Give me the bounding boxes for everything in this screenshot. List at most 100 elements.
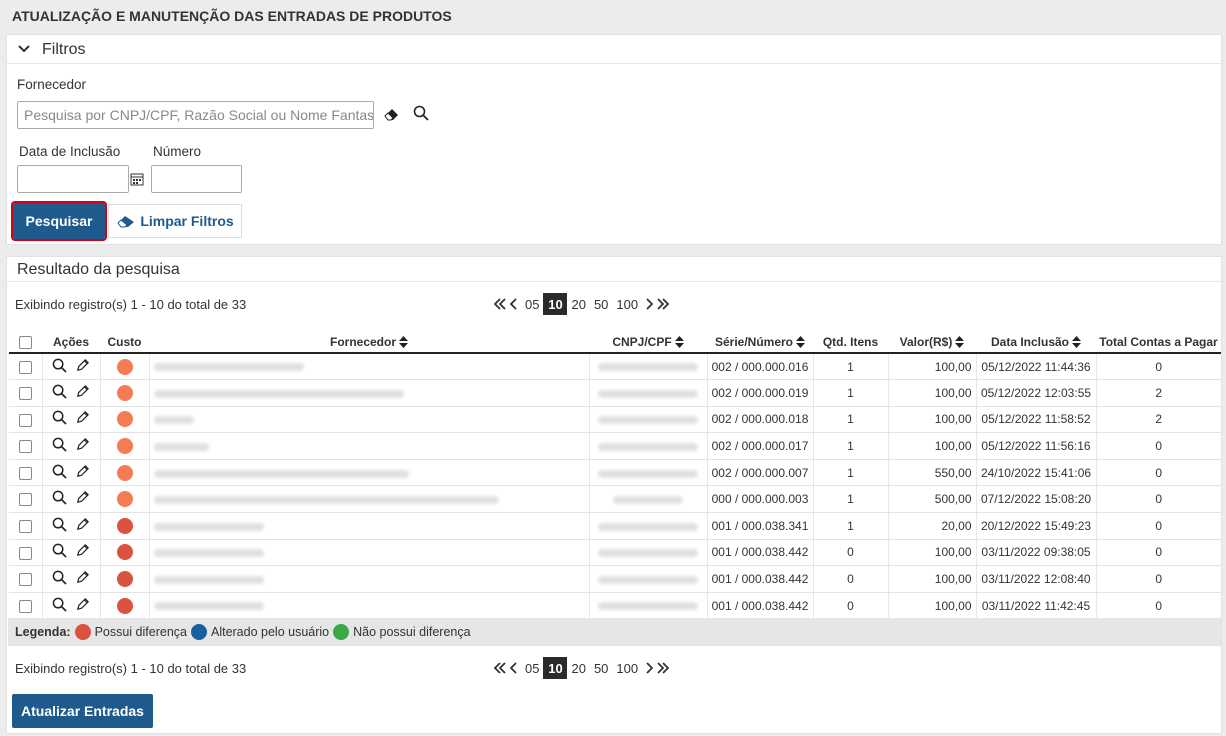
table-row[interactable]: 001 / 000.038.442 0 100,00 03/11/2022 11:42…: [9, 592, 1221, 620]
next-page-icon[interactable]: [642, 657, 656, 679]
row-checkbox[interactable]: [18, 573, 32, 587]
row-checkbox[interactable]: [18, 440, 32, 454]
row-serie: 001 / 000.038.442: [707, 565, 814, 593]
search-button[interactable]: Pesquisar: [11, 201, 107, 241]
row-select-cell: [9, 512, 43, 540]
update-entries-button[interactable]: Atualizar Entradas: [12, 694, 153, 728]
row-checkbox[interactable]: [18, 520, 32, 534]
col-value-header[interactable]: Valor(R$): [888, 331, 976, 354]
prev-page-icon[interactable]: [507, 657, 521, 679]
edit-icon[interactable]: [75, 358, 90, 376]
prev-page-icon[interactable]: [507, 293, 521, 315]
first-page-icon[interactable]: [493, 293, 507, 315]
edit-icon[interactable]: [75, 490, 90, 508]
page-size-05[interactable]: 05: [521, 657, 543, 679]
table-row[interactable]: 001 / 000.038.442 0 100,00 03/11/2022 12:08…: [9, 565, 1221, 593]
results-title: Resultado da pesquisa: [17, 261, 180, 278]
view-icon[interactable]: [52, 597, 67, 615]
table-row[interactable]: 001 / 000.038.442 0 100,00 03/11/2022 09:38…: [9, 539, 1221, 567]
col-actions: Ações: [42, 331, 100, 354]
row-serie: 002 / 000.000.017: [707, 432, 814, 460]
col-supplier-header[interactable]: Fornecedor: [149, 331, 589, 354]
redacted-cnpj: [598, 442, 698, 451]
edit-icon[interactable]: [75, 543, 90, 561]
view-icon[interactable]: [52, 490, 67, 508]
row-value: 100,00: [888, 379, 977, 407]
view-icon[interactable]: [52, 570, 67, 588]
page-size-100[interactable]: 100: [612, 293, 642, 315]
row-date: 03/11/2022 11:42:45: [976, 592, 1097, 620]
col-serie-header[interactable]: Série/Número: [707, 331, 813, 354]
row-date: 24/10/2022 15:41:06: [976, 459, 1097, 487]
row-checkbox[interactable]: [18, 466, 32, 480]
page-size-50[interactable]: 50: [590, 293, 612, 315]
table-row[interactable]: 000 / 000.000.003 1 500,00 07/12/2022 15:08…: [9, 485, 1221, 514]
row-checkbox[interactable]: [18, 599, 32, 613]
page-size-50[interactable]: 50: [590, 657, 612, 679]
row-checkbox[interactable]: [18, 413, 32, 427]
redacted-supplier: [153, 549, 264, 558]
search-icon[interactable]: [413, 105, 429, 121]
cost-status-dot: [116, 358, 133, 375]
page-size-05[interactable]: 05: [521, 293, 543, 315]
col-cnpj-header[interactable]: CNPJ/CPF: [589, 331, 707, 354]
table-row[interactable]: 002 / 000.000.017 1 100,00 05/12/2022 11:56…: [9, 432, 1221, 460]
page-size-10[interactable]: 10: [543, 293, 568, 315]
supplier-search-input[interactable]: Pesquisa por CNPJ/CPF, Razão Social ou N…: [17, 101, 374, 129]
select-all-checkbox[interactable]: [19, 335, 32, 349]
view-icon[interactable]: [52, 410, 67, 428]
table-row[interactable]: 002 / 000.000.018 1 100,00 05/12/2022 11:58…: [9, 406, 1221, 434]
col-date-header[interactable]: Data Inclusão: [976, 331, 1096, 354]
view-icon[interactable]: [52, 517, 67, 535]
filters-header[interactable]: Filtros: [7, 35, 1221, 64]
view-icon[interactable]: [52, 464, 67, 482]
edit-icon[interactable]: [75, 517, 90, 535]
row-select-cell: [9, 406, 43, 434]
row-actions-cell: [42, 353, 101, 381]
results-header: Resultado da pesquisa: [7, 257, 1221, 282]
row-checkbox[interactable]: [18, 493, 32, 507]
calendar-icon[interactable]: [130, 172, 144, 186]
row-checkbox[interactable]: [18, 360, 32, 374]
date-inclusion-input[interactable]: [17, 165, 129, 193]
edit-icon[interactable]: [75, 570, 90, 588]
edit-icon[interactable]: [75, 437, 90, 455]
clear-filters-button[interactable]: Limpar Filtros: [108, 204, 242, 238]
first-page-icon[interactable]: [493, 657, 507, 679]
chevron-down-icon[interactable]: [17, 43, 31, 55]
row-cnpj-cell: [589, 485, 708, 514]
row-date: 05/12/2022 11:44:36: [976, 353, 1097, 381]
row-value: 20,00: [888, 512, 977, 540]
cost-status-dot: [116, 597, 133, 614]
col-cost: Custo: [100, 331, 149, 354]
view-icon[interactable]: [52, 437, 67, 455]
table-row[interactable]: 001 / 000.038.341 1 20,00 20/12/2022 15:49:…: [9, 512, 1221, 540]
edit-icon[interactable]: [75, 464, 90, 482]
page-size-20[interactable]: 20: [567, 657, 589, 679]
page-size-100[interactable]: 100: [612, 657, 642, 679]
edit-icon[interactable]: [75, 410, 90, 428]
edit-icon[interactable]: [75, 384, 90, 402]
cost-status-dot: [116, 571, 133, 588]
edit-icon[interactable]: [75, 597, 90, 615]
page-size-10[interactable]: 10: [543, 657, 568, 679]
view-icon[interactable]: [52, 358, 67, 376]
table-row[interactable]: 002 / 000.000.019 1 100,00 05/12/2022 12:03…: [9, 379, 1221, 407]
table-row[interactable]: 002 / 000.000.007 1 550,00 24/10/2022 15:41…: [9, 459, 1221, 487]
page-size-20[interactable]: 20: [567, 293, 589, 315]
row-value: 550,00: [888, 459, 977, 487]
next-page-icon[interactable]: [642, 293, 656, 315]
view-icon[interactable]: [52, 384, 67, 402]
last-page-icon[interactable]: [656, 293, 670, 315]
cost-status-dot: [116, 411, 133, 428]
last-page-icon[interactable]: [656, 657, 670, 679]
eraser-icon[interactable]: [384, 107, 400, 121]
row-checkbox[interactable]: [18, 546, 32, 560]
row-cost-cell: [100, 379, 150, 407]
row-cnpj-cell: [589, 406, 708, 434]
sort-icon: [674, 336, 684, 349]
number-input[interactable]: [151, 165, 242, 193]
table-row[interactable]: 002 / 000.000.016 1 100,00 05/12/2022 11:44…: [9, 353, 1221, 381]
view-icon[interactable]: [52, 543, 67, 561]
row-checkbox[interactable]: [18, 387, 32, 401]
